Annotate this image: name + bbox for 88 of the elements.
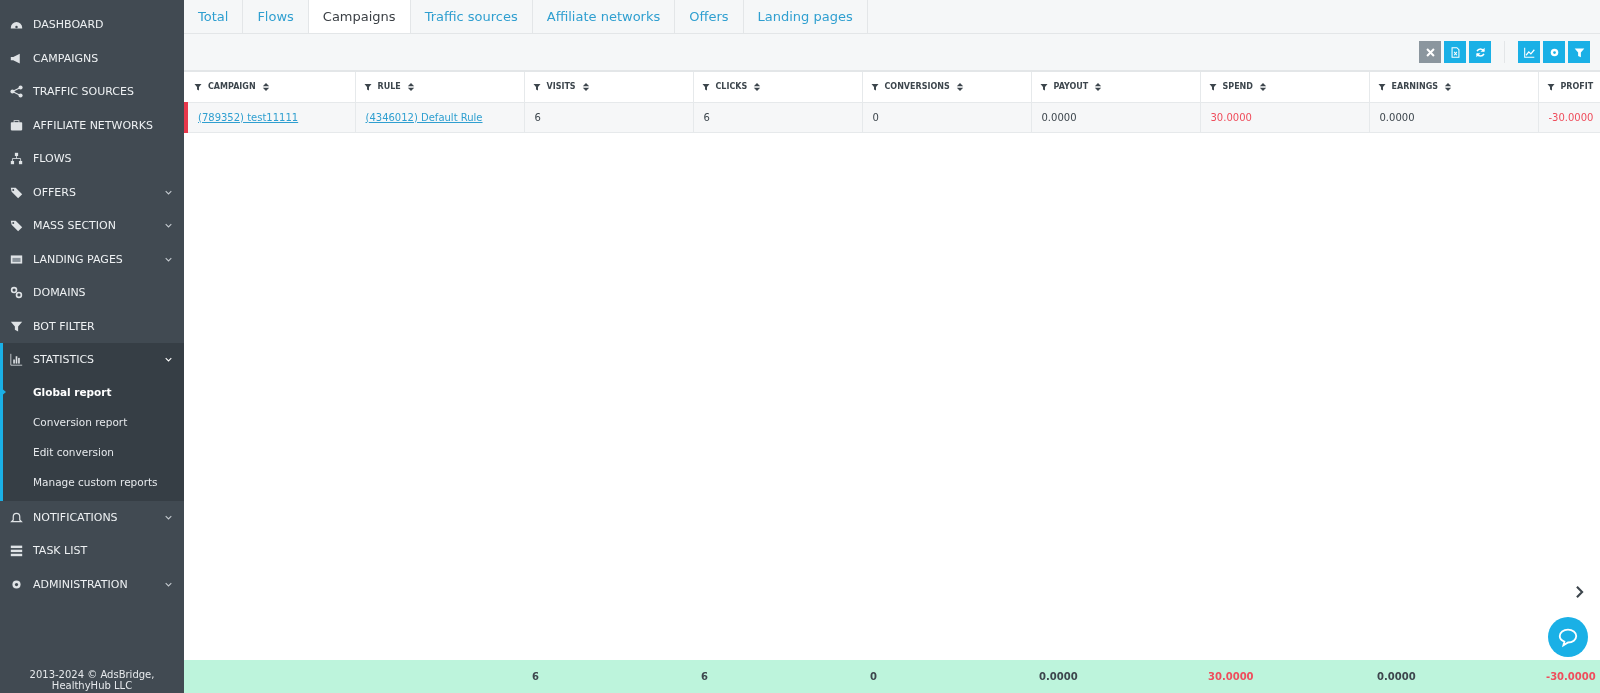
column-label: VISITS [546, 82, 576, 92]
menu-item[interactable]: CAMPAIGNS [0, 41, 184, 75]
menu-item[interactable]: DOMAINS [0, 276, 184, 310]
total-value: -30.0000 [1546, 671, 1596, 682]
menu-item[interactable]: AFFILIATE NETWORKS [0, 108, 184, 142]
refresh-icon [1474, 46, 1486, 58]
total-value: 0.0000 [1377, 671, 1416, 682]
submenu-item[interactable]: Global report [3, 376, 184, 407]
bell-icon [10, 510, 23, 524]
copyright-text: 2013-2024 © AdsBridge, HealthyHub LLC [28, 669, 156, 693]
sort-icon[interactable] [406, 81, 415, 92]
sort-icon[interactable] [261, 81, 270, 92]
menu-item[interactable]: TRAFFIC SOURCES [0, 75, 184, 109]
filter-icon[interactable] [532, 82, 541, 91]
sort-icon[interactable] [955, 81, 964, 92]
sitemap-icon [10, 152, 23, 166]
column-label: EARNINGS [1391, 82, 1438, 92]
tab[interactable]: Campaigns [308, 0, 411, 33]
line-chart-icon [1523, 46, 1535, 58]
briefcase-icon [10, 118, 23, 132]
column-header[interactable]: CAMPAIGN [186, 72, 355, 102]
table-cell: 6 [534, 111, 541, 123]
menu-item[interactable]: ADMINISTRATION [0, 567, 184, 601]
column-label: CAMPAIGN [208, 82, 256, 92]
megaphone-icon [10, 51, 23, 65]
filter-icon [1573, 46, 1585, 58]
filter-icon[interactable] [1039, 82, 1048, 91]
column-label: SPEND [1222, 82, 1253, 92]
column-header[interactable]: PROFIT [1538, 72, 1600, 102]
table-cell: 0.0000 [1041, 111, 1077, 123]
table-cell: 30.0000 [1210, 111, 1252, 123]
speech-bubble-icon [1557, 626, 1579, 648]
table-cell: 0.0000 [1379, 111, 1415, 123]
menu-item[interactable]: NOTIFICATIONS [0, 500, 184, 534]
menu-item[interactable]: BOT FILTER [0, 309, 184, 343]
chevron-right-icon[interactable] [1575, 586, 1584, 598]
menu-item[interactable]: STATISTICS [3, 343, 184, 377]
tag-icon [10, 185, 23, 199]
sort-icon[interactable] [581, 81, 590, 92]
column-header[interactable]: SPEND [1200, 72, 1369, 102]
sort-icon[interactable] [1094, 81, 1103, 92]
excel-file-icon [1449, 46, 1461, 58]
menu-item[interactable]: MASS SECTION [0, 209, 184, 243]
filter-icon[interactable] [1208, 82, 1217, 91]
column-header[interactable]: RULE [355, 72, 524, 102]
filter-icon[interactable] [363, 82, 372, 91]
table-cell: 6 [703, 111, 710, 123]
menu-item[interactable]: TASK LIST [0, 534, 184, 568]
total-value: 30.0000 [1208, 671, 1254, 682]
sort-icon[interactable] [1444, 81, 1452, 92]
filter-icon[interactable] [1377, 82, 1386, 91]
share-icon [10, 85, 23, 99]
filter-icon[interactable] [870, 82, 879, 91]
total-value: 6 [532, 671, 539, 682]
total-value: 0.0000 [1039, 671, 1078, 682]
column-label: RULE [377, 82, 401, 92]
table-cell: -30.0000 [1548, 111, 1594, 123]
column-label: CLICKS [715, 82, 748, 92]
total-value: 6 [701, 671, 708, 682]
close-icon [1424, 46, 1436, 58]
column-header[interactable]: CONVERSIONS [862, 72, 1031, 102]
filter-icon[interactable] [701, 82, 710, 91]
column-label: PAYOUT [1053, 82, 1089, 92]
filter-icon [10, 319, 23, 333]
column-header[interactable]: EARNINGS [1369, 72, 1538, 102]
submenu-item[interactable]: Conversion report [3, 406, 184, 437]
table-cell: 0 [872, 111, 879, 123]
column-header[interactable]: CLICKS [693, 72, 862, 102]
link-icon [10, 286, 23, 300]
column-label: CONVERSIONS [884, 82, 950, 92]
menu-item[interactable]: OFFERS [0, 175, 184, 209]
sort-icon[interactable] [753, 81, 762, 92]
total-value: 0 [870, 671, 877, 682]
column-header[interactable]: PAYOUT [1031, 72, 1200, 102]
bar-chart-icon [10, 353, 23, 367]
sort-icon[interactable] [1258, 81, 1267, 92]
filter-icon[interactable] [1546, 82, 1555, 91]
submenu-item[interactable]: Edit conversion [3, 436, 184, 467]
tags-icon [10, 219, 23, 233]
window-icon [10, 252, 23, 266]
submenu-item[interactable]: Manage custom reports [3, 466, 184, 497]
list-icon [10, 544, 23, 558]
menu-item[interactable]: FLOWS [0, 142, 184, 176]
column-label: PROFIT [1560, 82, 1594, 92]
column-header[interactable]: VISITS [524, 72, 693, 102]
filter-icon[interactable] [194, 82, 202, 91]
menu-item[interactable]: DASHBOARD [0, 8, 184, 42]
menu-item[interactable]: LANDING PAGES [0, 242, 184, 276]
